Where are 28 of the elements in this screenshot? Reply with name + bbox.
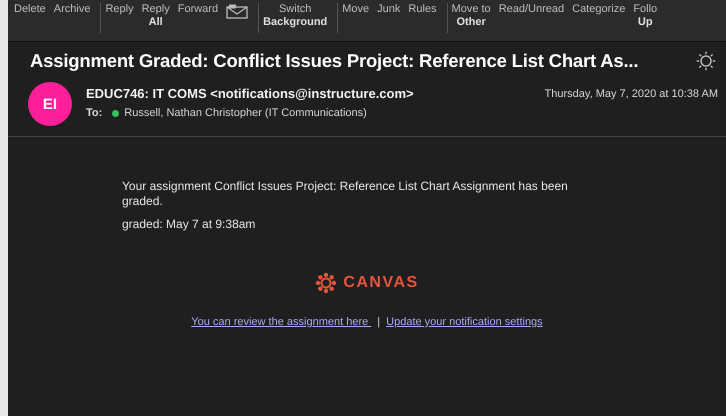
to-label: To: xyxy=(86,107,102,119)
sender-avatar: EI xyxy=(28,82,72,126)
toolbar-button[interactable]: Delete xyxy=(14,3,46,33)
envelope-icon[interactable] xyxy=(226,4,248,20)
toolbar-button[interactable]: Categorize xyxy=(572,3,626,33)
toolbar-button[interactable]: Junk xyxy=(377,3,400,33)
sender-name: EDUC746: IT COMS <notifications@instructure.com> xyxy=(86,86,414,101)
recipient-name: Russell, Nathan Christopher (IT Communications) xyxy=(124,107,367,119)
canvas-logo-icon xyxy=(315,272,338,294)
toolbar-button[interactable]: Move xyxy=(342,3,370,33)
canvas-logo-text: CANVAS xyxy=(343,274,419,292)
toolbar-button[interactable]: Read/Unread xyxy=(498,3,564,33)
toolbar-button[interactable]: Reply All xyxy=(142,3,170,33)
toolbar-button[interactable]: Move to Other xyxy=(452,3,491,33)
toolbar-button[interactable]: Follo Up xyxy=(633,3,658,33)
toolbar-button[interactable]: Rules xyxy=(408,3,437,33)
body-text: graded: May 7 at 9:38am xyxy=(122,217,256,232)
toolbar-button[interactable]: Forward xyxy=(178,3,218,33)
body-text: Your assignment Conflict Issues Project: Reference List Chart Assignment has been graded. xyxy=(122,179,569,209)
email-subject: Assignment Graded: Conflict Issues Project: Reference List Chart As... xyxy=(30,50,638,72)
settings-link[interactable]: Update your notification settings xyxy=(386,316,543,328)
sun-icon[interactable] xyxy=(696,51,716,71)
separator: | xyxy=(377,316,380,328)
toolbar-button[interactable]: Archive xyxy=(54,3,90,33)
toolbar-button[interactable]: Reply xyxy=(105,3,134,33)
review-link[interactable]: You can review the assignment here xyxy=(191,316,372,328)
toolbar-button[interactable]: Switch Background xyxy=(263,3,328,33)
message-date: Thursday, May 7, 2020 at 10:38 AM xyxy=(544,88,718,100)
